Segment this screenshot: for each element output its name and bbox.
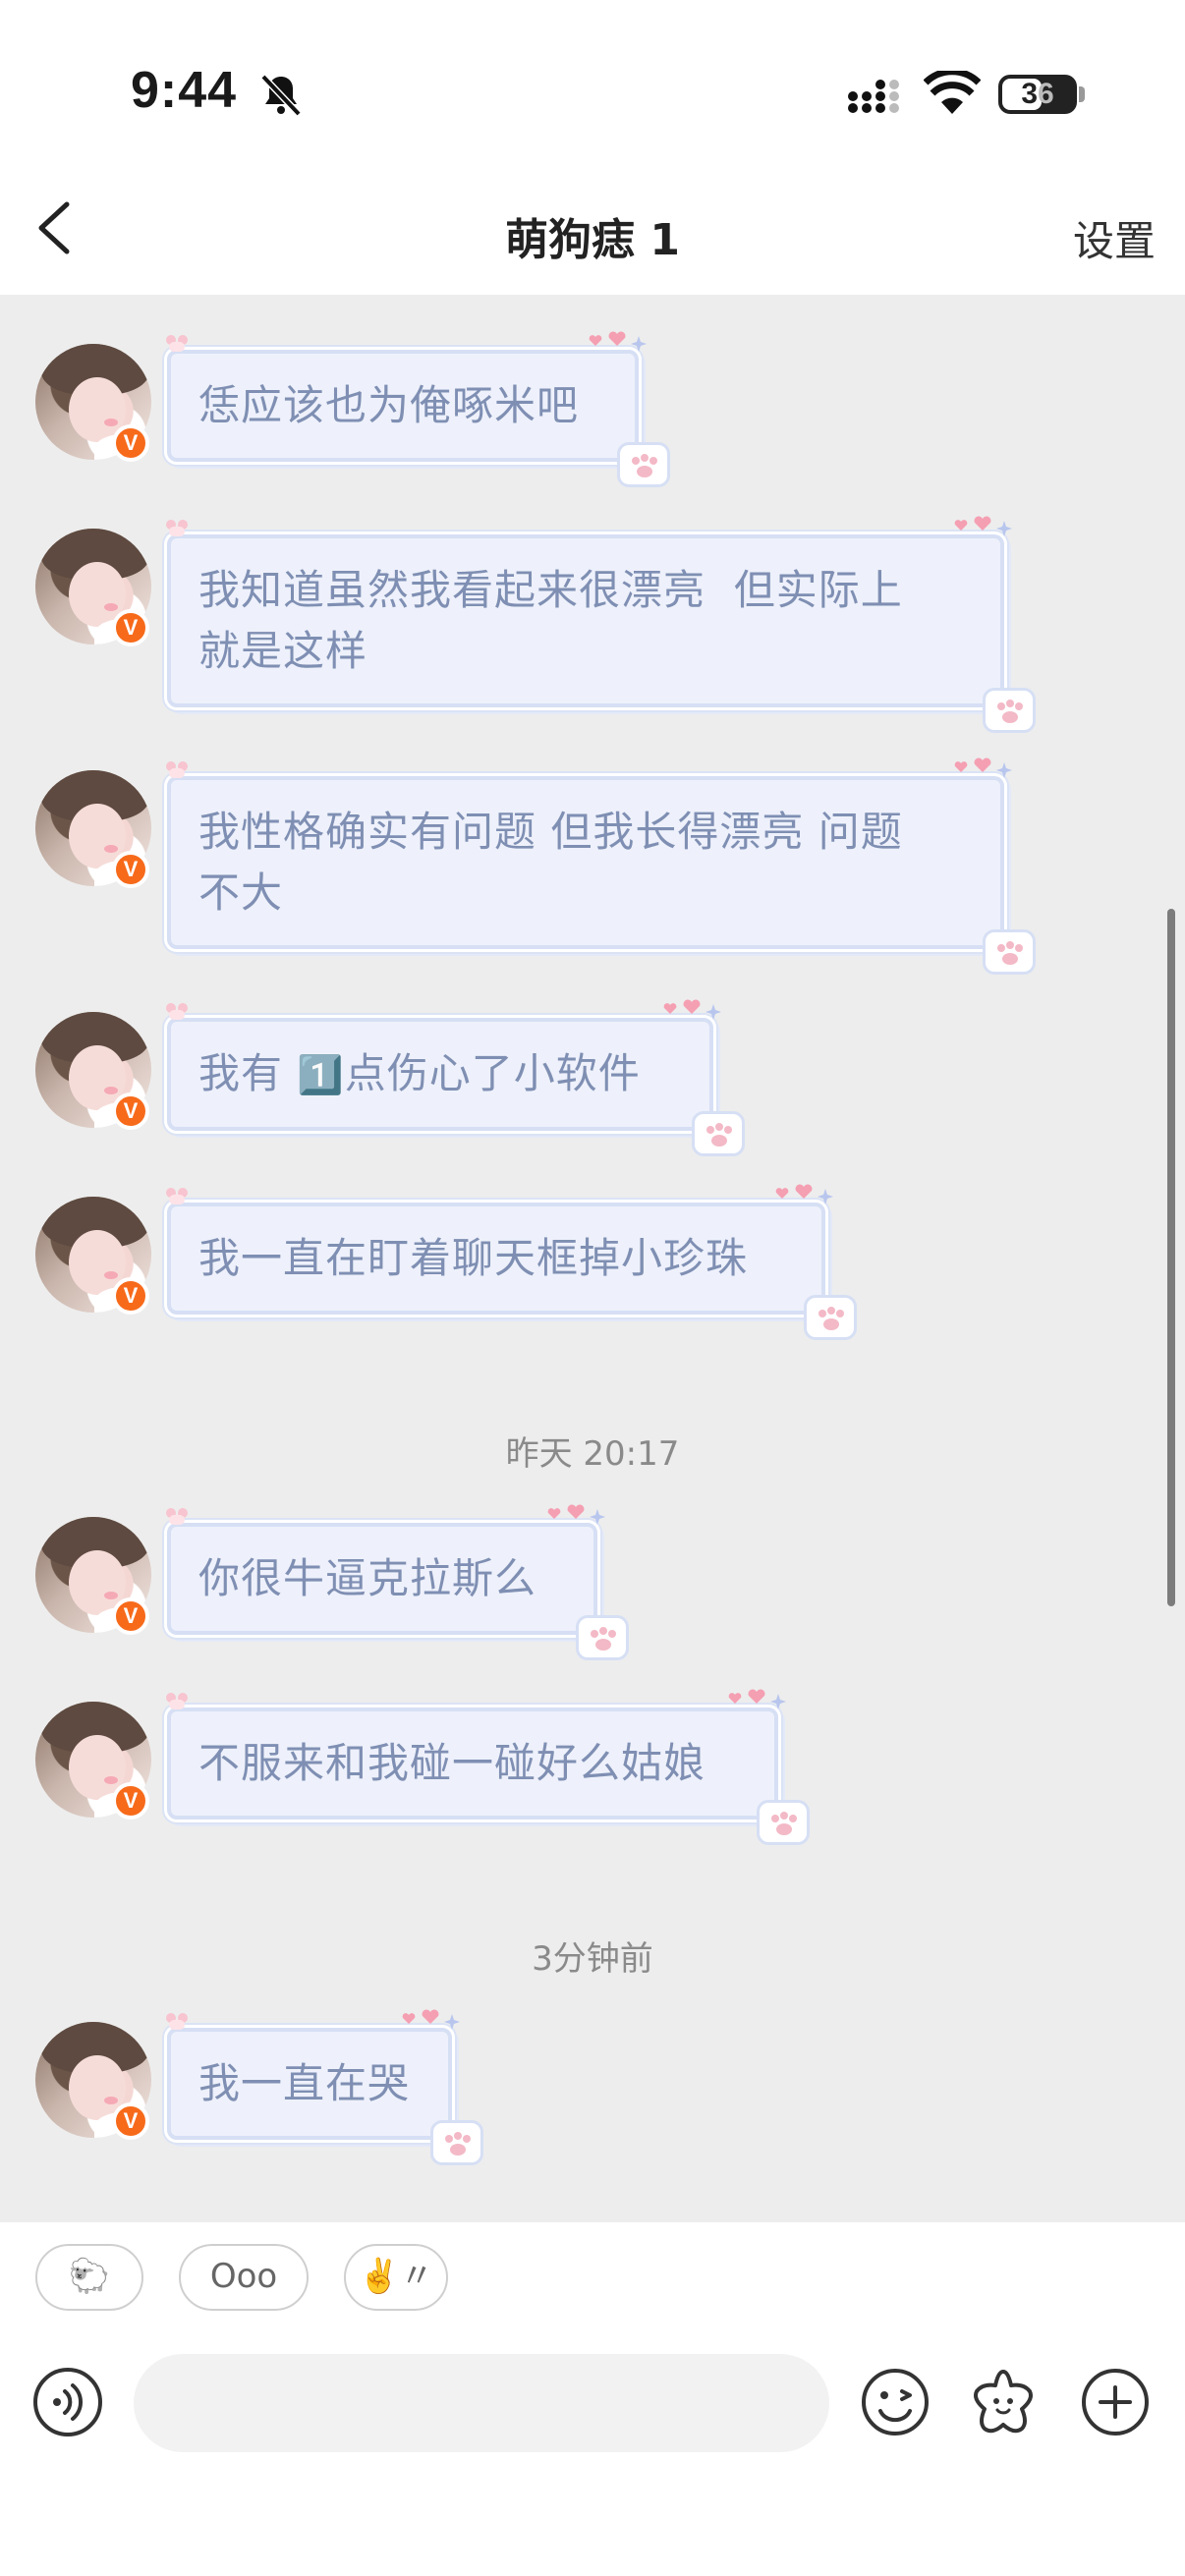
paw-badge-icon [983,688,1036,733]
vip-badge: V [112,609,149,646]
hearts-deco-icon [663,999,721,1020]
chat-header: 萌狗痣 1 设置 [0,157,1185,295]
message-text-part: 我有 [198,1049,298,1097]
message-bubble[interactable]: 不服来和我碰一碰好么姑娘 [166,1689,810,1845]
vip-badge: V [112,1092,149,1130]
message-text: 我有 1️⃣点伤心了小软件 [198,1049,641,1097]
keycap-one-emoji: 1️⃣ [297,1053,345,1096]
bell-muted-icon [260,74,302,117]
vip-badge: V [112,2102,149,2140]
paw-deco-icon [166,1693,188,1709]
message-bubble[interactable]: 我有 1️⃣点伤心了小软件 [166,999,745,1156]
avatar-cheek [104,1087,118,1094]
message-text: 恁应该也为俺啄米吧 [198,381,580,429]
avatar-cheek [104,419,118,426]
paw-deco-icon [166,1003,188,1020]
message-timestamp: 3分钟前 [532,1939,653,1979]
paw-deco-icon [166,1508,188,1525]
hearts-deco-icon [589,331,647,352]
status-time: 9:44 [131,62,238,119]
message-bubble[interactable]: 我一直在盯着聊天框掉小珍珠 [166,1184,857,1340]
status-bar: 9:44 36 [0,0,1185,157]
paw-badge-icon [617,442,670,487]
message-bubble[interactable]: 我一直在哭 [166,2009,483,2165]
cellular-signal-icon [848,80,899,113]
message-timestamp: 昨天 20:17 [505,1434,680,1474]
message-composer: 🐑 Ooo ✌️〃 [0,2222,1185,2576]
wifi-icon [924,71,981,114]
voice-input-button[interactable] [33,2368,102,2436]
hearts-deco-icon [728,1689,786,1709]
quick-reply-ooo[interactable]: Ooo [179,2244,309,2311]
vip-badge: V [112,424,149,462]
message-bubble[interactable]: 恁应该也为俺啄米吧 [166,331,670,487]
message-text: 我一直在盯着聊天框掉小珍珠 [198,1234,749,1282]
avatar-cheek [104,1776,118,1784]
input-row [0,2350,1185,2458]
hearts-deco-icon [775,1184,833,1204]
message-text: 不服来和我碰一碰好么姑娘 [198,1739,706,1787]
message-text: 我性格确实有问题 但我长得漂亮 问题 不大 [198,808,903,917]
avatar-cheek [104,1271,118,1279]
page-title: 萌狗痣 1 [505,215,680,265]
paw-badge-icon [576,1615,629,1660]
quick-reply-sheep[interactable]: 🐑 [35,2244,143,2311]
chat-message-list[interactable]: V 恁应该也为俺啄米吧 V 我知道虽然我看起来很漂亮 但实际上 就是这样 V 我… [0,295,1185,2222]
sticker-star-icon[interactable] [967,2366,1040,2438]
paw-deco-icon [166,2013,188,2030]
voice-wave-icon [53,2383,84,2421]
paw-badge-icon [692,1111,745,1156]
paw-badge-icon [757,1800,810,1845]
paw-badge-icon [804,1295,857,1340]
paw-deco-icon [166,1188,188,1204]
battery-percent: 36 [1021,78,1054,110]
settings-button[interactable]: 设置 [1073,208,1156,268]
message-bubble[interactable]: 我知道虽然我看起来很漂亮 但实际上 就是这样 [166,516,1036,733]
quick-reply-victory[interactable]: ✌️〃 [344,2244,448,2311]
scrollbar[interactable] [1167,909,1175,1606]
paw-deco-icon [166,335,188,352]
message-bubble[interactable]: 你很牛逼克拉斯么 [166,1504,629,1660]
battery-cap [1079,86,1085,102]
message-text: 我知道虽然我看起来很漂亮 但实际上 就是这样 [198,566,903,675]
vip-badge: V [112,1782,149,1820]
hearts-deco-icon [954,516,1012,536]
avatar-cheek [104,1592,118,1599]
avatar-cheek [104,603,118,611]
hearts-deco-icon [402,2009,460,2030]
vip-badge: V [112,851,149,888]
avatar-cheek [104,845,118,853]
vip-badge: V [112,1277,149,1315]
message-input[interactable] [134,2354,829,2452]
hearts-deco-icon [547,1504,605,1525]
battery-icon: 36 [998,75,1077,114]
message-text: 你很牛逼克拉斯么 [198,1554,537,1602]
message-text: 我一直在哭 [198,2059,411,2107]
message-text-part: 点伤心了小软件 [344,1049,641,1097]
hearts-deco-icon [954,757,1012,778]
plus-icon[interactable] [1079,2366,1152,2438]
paw-badge-icon [430,2120,483,2165]
emoji-icon[interactable] [859,2366,931,2438]
vip-badge: V [112,1597,149,1635]
avatar-cheek [104,2097,118,2104]
paw-badge-icon [983,929,1036,975]
paw-deco-icon [166,520,188,536]
paw-deco-icon [166,761,188,778]
message-bubble[interactable]: 我性格确实有问题 但我长得漂亮 问题 不大 [166,757,1036,975]
